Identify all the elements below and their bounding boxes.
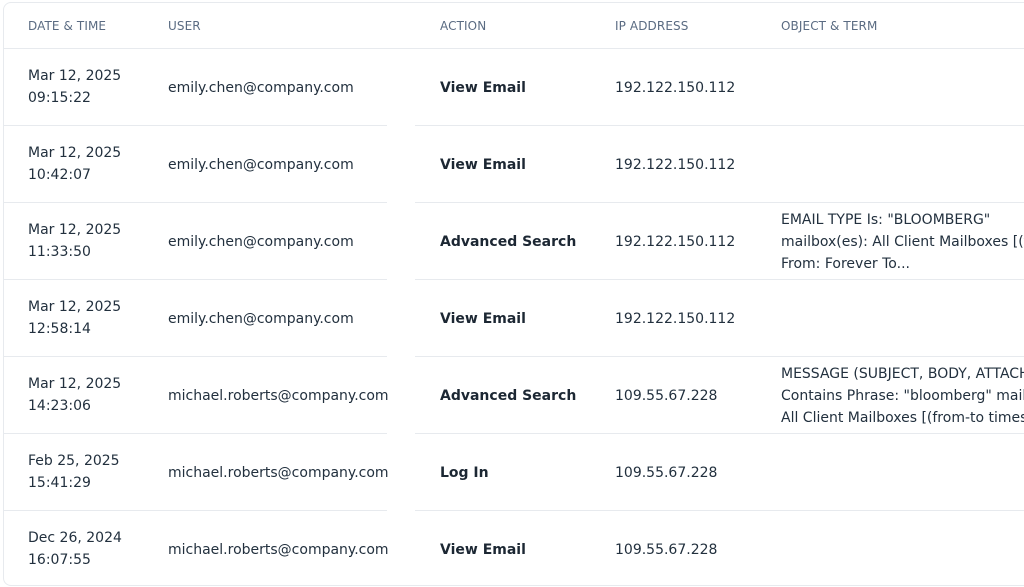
table-row[interactable]: Mar 12, 2025 10:42:07 emily.chen@company… <box>4 126 1024 203</box>
ip-cell: 109.55.67.228 <box>615 542 718 558</box>
object-line: MESSAGE (SUBJECT, BODY, ATTACH <box>781 366 1024 382</box>
date-cell: Dec 26, 2024 16:07:55 <box>28 527 122 571</box>
column-header-object[interactable]: OBJECT & TERM <box>781 19 877 33</box>
column-header-date[interactable]: DATE & TIME <box>28 19 106 33</box>
action-cell: View Email <box>440 157 526 173</box>
date-text: Feb 25, 2025 <box>28 453 120 469</box>
date-cell: Mar 12, 2025 11:33:50 <box>28 219 121 263</box>
time-text: 10:42:07 <box>28 167 91 183</box>
time-text: 15:41:29 <box>28 475 91 491</box>
action-cell: Advanced Search <box>440 388 577 404</box>
action-cell: View Email <box>440 542 526 558</box>
column-header-action[interactable]: ACTION <box>440 19 486 33</box>
object-line: All Client Mailboxes [(from-to times <box>781 410 1024 426</box>
object-cell: MESSAGE (SUBJECT, BODY, ATTACH Contains … <box>781 363 1024 429</box>
table-header: DATE & TIME USER ACTION IP ADDRESS OBJEC… <box>4 3 1024 49</box>
user-cell: emily.chen@company.com <box>168 80 354 96</box>
object-line: mailbox(es): All Client Mailboxes [(f <box>781 234 1024 250</box>
ip-cell: 192.122.150.112 <box>615 80 736 96</box>
action-cell: Log In <box>440 465 489 481</box>
object-line: EMAIL TYPE Is: "BLOOMBERG" <box>781 212 991 228</box>
action-cell: View Email <box>440 311 526 327</box>
action-cell: Advanced Search <box>440 234 577 250</box>
user-cell: emily.chen@company.com <box>168 157 354 173</box>
date-text: Mar 12, 2025 <box>28 299 122 315</box>
date-text: Dec 26, 2024 <box>28 530 122 546</box>
time-text: 09:15:22 <box>28 90 91 106</box>
date-text: Mar 12, 2025 <box>28 145 122 161</box>
user-cell: emily.chen@company.com <box>168 234 354 250</box>
audit-log-table: DATE & TIME USER ACTION IP ADDRESS OBJEC… <box>3 2 1024 586</box>
ip-cell: 109.55.67.228 <box>615 388 718 404</box>
date-cell: Mar 12, 2025 10:42:07 <box>28 142 121 186</box>
table-row[interactable]: Mar 12, 2025 09:15:22 emily.chen@company… <box>4 49 1024 126</box>
table-row[interactable]: Mar 12, 2025 14:23:06 michael.roberts@co… <box>4 357 1024 434</box>
time-text: 12:58:14 <box>28 321 91 337</box>
date-text: Mar 12, 2025 <box>28 68 122 84</box>
time-text: 11:33:50 <box>28 244 91 260</box>
user-cell: emily.chen@company.com <box>168 311 354 327</box>
date-cell: Mar 12, 2025 14:23:06 <box>28 373 121 417</box>
object-cell: EMAIL TYPE Is: "BLOOMBERG" mailbox(es): … <box>781 209 1024 275</box>
table-row[interactable]: Feb 25, 2025 15:41:29 michael.roberts@co… <box>4 434 1024 511</box>
user-cell: michael.roberts@company.com <box>168 465 389 481</box>
object-line: From: Forever To... <box>781 256 910 272</box>
ip-cell: 109.55.67.228 <box>615 465 718 481</box>
table-row[interactable]: Dec 26, 2024 16:07:55 michael.roberts@co… <box>4 511 1024 585</box>
table-row[interactable]: Mar 12, 2025 11:33:50 emily.chen@company… <box>4 203 1024 280</box>
object-line: Contains Phrase: "bloomberg" mail <box>781 388 1024 404</box>
ip-cell: 192.122.150.112 <box>615 234 736 250</box>
time-text: 14:23:06 <box>28 398 91 414</box>
ip-cell: 192.122.150.112 <box>615 311 736 327</box>
column-header-user[interactable]: USER <box>168 19 201 33</box>
date-text: Mar 12, 2025 <box>28 376 122 392</box>
time-text: 16:07:55 <box>28 552 91 568</box>
column-header-ip[interactable]: IP ADDRESS <box>615 19 688 33</box>
date-cell: Mar 12, 2025 09:15:22 <box>28 65 121 109</box>
date-cell: Mar 12, 2025 12:58:14 <box>28 296 121 340</box>
date-cell: Feb 25, 2025 15:41:29 <box>28 450 120 494</box>
date-text: Mar 12, 2025 <box>28 222 122 238</box>
action-cell: View Email <box>440 80 526 96</box>
user-cell: michael.roberts@company.com <box>168 388 389 404</box>
user-cell: michael.roberts@company.com <box>168 542 389 558</box>
ip-cell: 192.122.150.112 <box>615 157 736 173</box>
table-row[interactable]: Mar 12, 2025 12:58:14 emily.chen@company… <box>4 280 1024 357</box>
